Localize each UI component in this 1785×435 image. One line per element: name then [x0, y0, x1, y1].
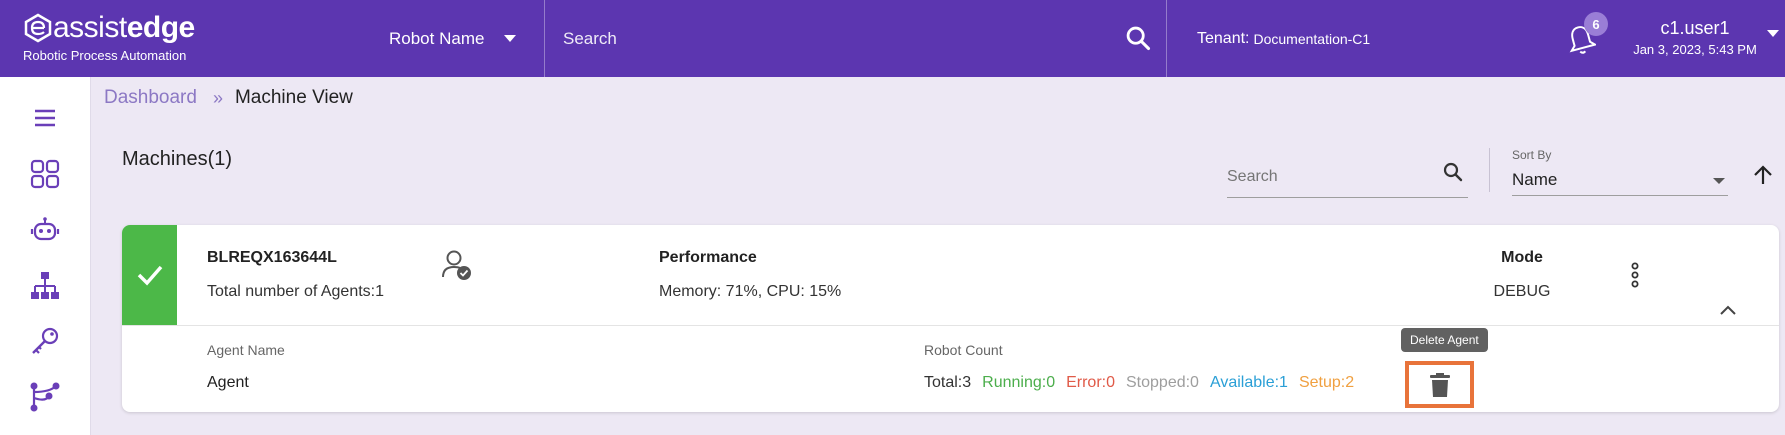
app-logo[interactable]: assist edge Robotic Process Automation — [23, 11, 196, 64]
sort-by-label: Sort By — [1512, 148, 1552, 162]
robot-count-available: Available:1 — [1209, 374, 1288, 391]
user-name: c1.user1 — [1660, 18, 1730, 38]
robot-icon[interactable] — [28, 214, 62, 248]
robot-count-setup: Setup:2 — [1298, 374, 1355, 391]
machine-search-input[interactable] — [1227, 168, 1427, 186]
robot-count-header: Robot Count — [924, 342, 1003, 358]
logo-text-suffix: edge — [126, 11, 196, 44]
machine-name: BLREQX163644L — [207, 249, 337, 266]
chevron-down-icon[interactable] — [1767, 30, 1779, 37]
logo-text-prefix: assist — [53, 11, 127, 44]
checkmark-icon — [137, 265, 162, 286]
mode-value: DEBUG — [1493, 283, 1551, 300]
header-divider — [1166, 0, 1167, 77]
search-scope-value: Robot Name — [389, 28, 485, 48]
agent-name-header: Agent Name — [207, 342, 285, 358]
chevron-down-icon — [504, 35, 517, 42]
page-title: Machines(1) — [122, 148, 233, 170]
user-check-icon — [442, 250, 471, 280]
left-sidebar — [0, 77, 91, 435]
robot-count-error: Error:0 — [1066, 374, 1115, 391]
performance-label: Performance — [659, 249, 757, 266]
delete-agent-button[interactable] — [1405, 361, 1474, 408]
delete-agent-tooltip: Delete Agent — [1401, 328, 1488, 352]
performance-value: Memory: 71%, CPU: 15% — [659, 283, 842, 300]
breadcrumb: Dashboard » Machine View — [104, 87, 353, 109]
card-divider — [122, 325, 1779, 326]
robot-count-running: Running:0 — [982, 374, 1056, 391]
more-vertical-icon[interactable] — [1630, 261, 1640, 289]
tenant-info: Tenant: Documentation-C1 — [1197, 0, 1370, 77]
sort-by-value: Name — [1512, 170, 1558, 189]
breadcrumb-current: Machine View — [234, 87, 353, 108]
workflow-icon[interactable] — [28, 380, 62, 414]
machine-agents-count: Total number of Agents:1 — [207, 283, 384, 300]
user-menu[interactable]: c1.user1 Jan 3, 2023, 5:43 PM — [1620, 18, 1770, 57]
sort-ascending-icon[interactable] — [1751, 163, 1775, 187]
breadcrumb-dashboard-link[interactable]: Dashboard — [104, 87, 197, 109]
header-search — [563, 0, 1133, 77]
tenant-label: Tenant: — [1197, 29, 1250, 47]
toolbar-divider — [1489, 148, 1490, 192]
agent-name: Agent — [207, 374, 249, 391]
search-scope-dropdown[interactable]: Robot Name — [389, 0, 517, 77]
robot-count-total: Total:3 — [924, 374, 972, 391]
double-chevron-right-icon: » — [212, 87, 223, 108]
top-header: assist edge Robotic Process Automation Ro… — [0, 0, 1785, 77]
header-divider — [544, 0, 545, 77]
sort-by-select[interactable]: Sort By Name — [1512, 148, 1728, 196]
tenant-value: Documentation-C1 — [1253, 30, 1371, 47]
machine-card: BLREQX163644L Total number of Agents:1 P… — [122, 225, 1779, 412]
robot-counts: Total:3 Running:0 Error:0 Stopped:0 Avai… — [924, 374, 1354, 392]
machine-search — [1227, 158, 1468, 198]
search-icon[interactable] — [1124, 24, 1152, 52]
search-icon[interactable] — [1441, 160, 1465, 184]
notification-count-badge: 6 — [1584, 12, 1608, 36]
machine-status-indicator — [122, 225, 177, 325]
hierarchy-icon[interactable] — [28, 269, 62, 303]
chevron-down-icon — [1713, 178, 1725, 184]
assistedge-logo-icon — [24, 13, 52, 43]
robot-count-stopped: Stopped:0 — [1126, 374, 1199, 391]
header-search-input[interactable] — [563, 28, 1063, 49]
dashboard-grid-icon[interactable] — [28, 157, 62, 191]
trash-icon — [1429, 372, 1450, 397]
logo-tagline: Robotic Process Automation — [23, 48, 187, 63]
user-datetime: Jan 3, 2023, 5:43 PM — [1633, 42, 1757, 57]
key-icon[interactable] — [28, 325, 62, 359]
mode-label: Mode — [1501, 249, 1543, 266]
chevron-up-icon[interactable] — [1718, 303, 1738, 317]
menu-icon[interactable] — [28, 101, 62, 135]
